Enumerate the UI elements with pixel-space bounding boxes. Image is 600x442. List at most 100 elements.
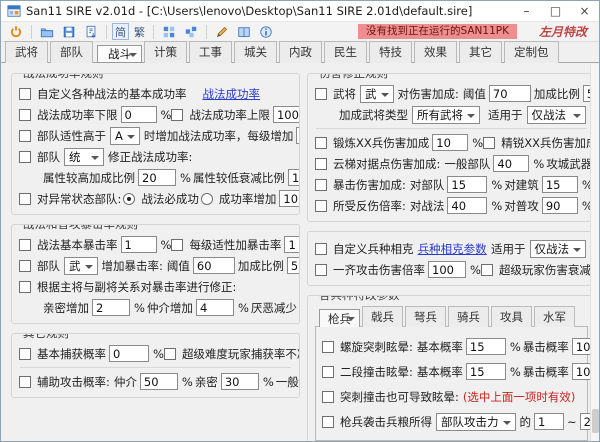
tab-4[interactable]: 工事: [189, 41, 232, 63]
elite-troop-checkbox[interactable]: [483, 136, 496, 149]
crit-vs-troop-input[interactable]: [447, 176, 488, 193]
base-capture-input[interactable]: [109, 345, 149, 362]
stat-modify-checkbox[interactable]: [19, 150, 31, 163]
grain-min-input[interactable]: [534, 413, 564, 430]
tab-3[interactable]: 计策: [144, 41, 187, 63]
tab-10[interactable]: 其它: [459, 41, 502, 63]
tab-8[interactable]: 特技: [369, 41, 412, 63]
tab-7[interactable]: 民生: [324, 41, 367, 63]
aptitude-crit-input[interactable]: [284, 236, 299, 253]
stat-select[interactable]: 统: [64, 147, 104, 166]
assist-close-input[interactable]: [220, 373, 259, 390]
officer-type-select[interactable]: 所有武将: [412, 105, 480, 124]
stat-crit-checkbox[interactable]: [19, 259, 31, 272]
double-strike-checkbox[interactable]: [322, 365, 334, 378]
trained-troop-checkbox[interactable]: [315, 136, 327, 149]
crit-threshold-input[interactable]: [192, 257, 235, 274]
tab-5[interactable]: 城关: [234, 41, 277, 63]
crit-stat-select[interactable]: 武: [64, 256, 98, 275]
joint-attack-input[interactable]: [428, 261, 466, 278]
base-crit-checkbox[interactable]: [19, 238, 31, 251]
export-icon[interactable]: [81, 23, 101, 40]
maximize-button[interactable]: □: [541, 1, 570, 21]
open-file-icon[interactable]: [37, 23, 57, 40]
thrust-stun-checkbox[interactable]: [322, 390, 334, 403]
tab-crossbowmen[interactable]: 弩兵: [405, 306, 446, 327]
tab-6[interactable]: 内政: [279, 41, 322, 63]
close-increase-input[interactable]: [92, 299, 130, 316]
higher-bonus-input[interactable]: [138, 169, 176, 186]
super-player-decay-checkbox[interactable]: [480, 263, 493, 276]
minimize-button[interactable]: –: [512, 1, 541, 21]
success-increase-radio[interactable]: [200, 192, 213, 205]
counter-apply-select[interactable]: 仅战法: [529, 239, 586, 258]
tab-cavalry[interactable]: 骑兵: [448, 306, 489, 327]
launch-icon[interactable]: [6, 23, 26, 40]
success-cap-input[interactable]: [272, 106, 299, 123]
success-cap-checkbox[interactable]: [171, 108, 184, 121]
success-floor-checkbox[interactable]: [19, 108, 31, 121]
aptitude-bonus-checkbox[interactable]: [19, 129, 31, 142]
counter-damage-checkbox[interactable]: [315, 199, 327, 212]
crit-vs-building-input[interactable]: [541, 176, 578, 193]
tab-spearmen[interactable]: 枪兵: [319, 309, 360, 327]
tactic-success-link[interactable]: 战法成功率: [203, 86, 261, 102]
aptitude-crit-checkbox[interactable]: [171, 238, 184, 251]
ladder-normal-input[interactable]: [493, 155, 530, 172]
tab-2[interactable]: 战斗: [97, 45, 142, 63]
about-icon[interactable]: [256, 23, 276, 40]
tab-9[interactable]: 效果: [414, 41, 457, 63]
tab-11[interactable]: 定制包: [504, 41, 559, 63]
vertical-scrollbar[interactable]: [590, 64, 599, 441]
edit-icon[interactable]: [212, 23, 232, 40]
manual-icon[interactable]: [234, 23, 254, 40]
tab-0[interactable]: 武将: [5, 41, 48, 63]
custom-success-checkbox[interactable]: [19, 87, 31, 100]
damage-threshold-input[interactable]: [488, 85, 531, 102]
officer-damage-checkbox[interactable]: [315, 87, 327, 100]
tab-1[interactable]: 部队: [50, 41, 93, 63]
assist-medium-input[interactable]: [139, 373, 178, 390]
tab-halberdiers[interactable]: 戟兵: [362, 306, 403, 327]
damage-stat-select[interactable]: 武: [360, 84, 394, 103]
super-capture-checkbox[interactable]: [163, 347, 176, 360]
traditional-chinese-icon[interactable]: 繁: [131, 23, 148, 40]
relation-crit-checkbox[interactable]: [19, 280, 31, 293]
counter-normal-input[interactable]: [541, 197, 578, 214]
assist-attack-checkbox[interactable]: [19, 375, 31, 388]
simplified-chinese-icon[interactable]: 简: [112, 23, 129, 40]
medium-increase-input[interactable]: [195, 299, 234, 316]
grain-base-select[interactable]: 部队攻击力: [436, 412, 516, 431]
unit-counter-link[interactable]: 兵种相克参数: [418, 241, 487, 257]
tab-navy[interactable]: 水军: [534, 306, 575, 327]
spiral-thrust-checkbox[interactable]: [322, 340, 334, 353]
aptitude-select[interactable]: A: [110, 126, 140, 145]
grain-raid-checkbox[interactable]: [322, 415, 334, 428]
success-increase-input[interactable]: [279, 190, 299, 207]
label: 对部队: [409, 177, 445, 192]
write-game-icon[interactable]: [181, 23, 201, 40]
damage-apply-select[interactable]: 仅战法: [526, 105, 586, 124]
spiral-base-input[interactable]: [465, 338, 506, 355]
aptitude-step-input[interactable]: [296, 127, 299, 144]
lower-decay-input[interactable]: [287, 169, 299, 186]
save-file-icon[interactable]: [59, 23, 79, 40]
scrollbar-thumb[interactable]: [592, 409, 599, 433]
crit-bonus-input[interactable]: [286, 257, 299, 274]
double-base-input[interactable]: [465, 363, 506, 380]
label: 适用于: [488, 107, 523, 122]
trained-bonus-input[interactable]: [432, 134, 469, 151]
base-capture-checkbox[interactable]: [19, 347, 31, 360]
base-crit-input[interactable]: [120, 236, 157, 253]
counter-tactic-input[interactable]: [447, 197, 488, 214]
joint-attack-checkbox[interactable]: [315, 263, 327, 276]
custom-counter-checkbox[interactable]: [315, 242, 327, 255]
must-succeed-radio[interactable]: [123, 192, 136, 205]
read-game-icon[interactable]: [159, 23, 179, 40]
success-floor-input[interactable]: [120, 106, 157, 123]
crit-damage-checkbox[interactable]: [315, 178, 327, 191]
tab-siege[interactable]: 攻具: [491, 306, 532, 327]
close-button[interactable]: ×: [570, 1, 599, 21]
abnormal-status-checkbox[interactable]: [19, 192, 31, 205]
ladder-damage-checkbox[interactable]: [315, 157, 327, 170]
